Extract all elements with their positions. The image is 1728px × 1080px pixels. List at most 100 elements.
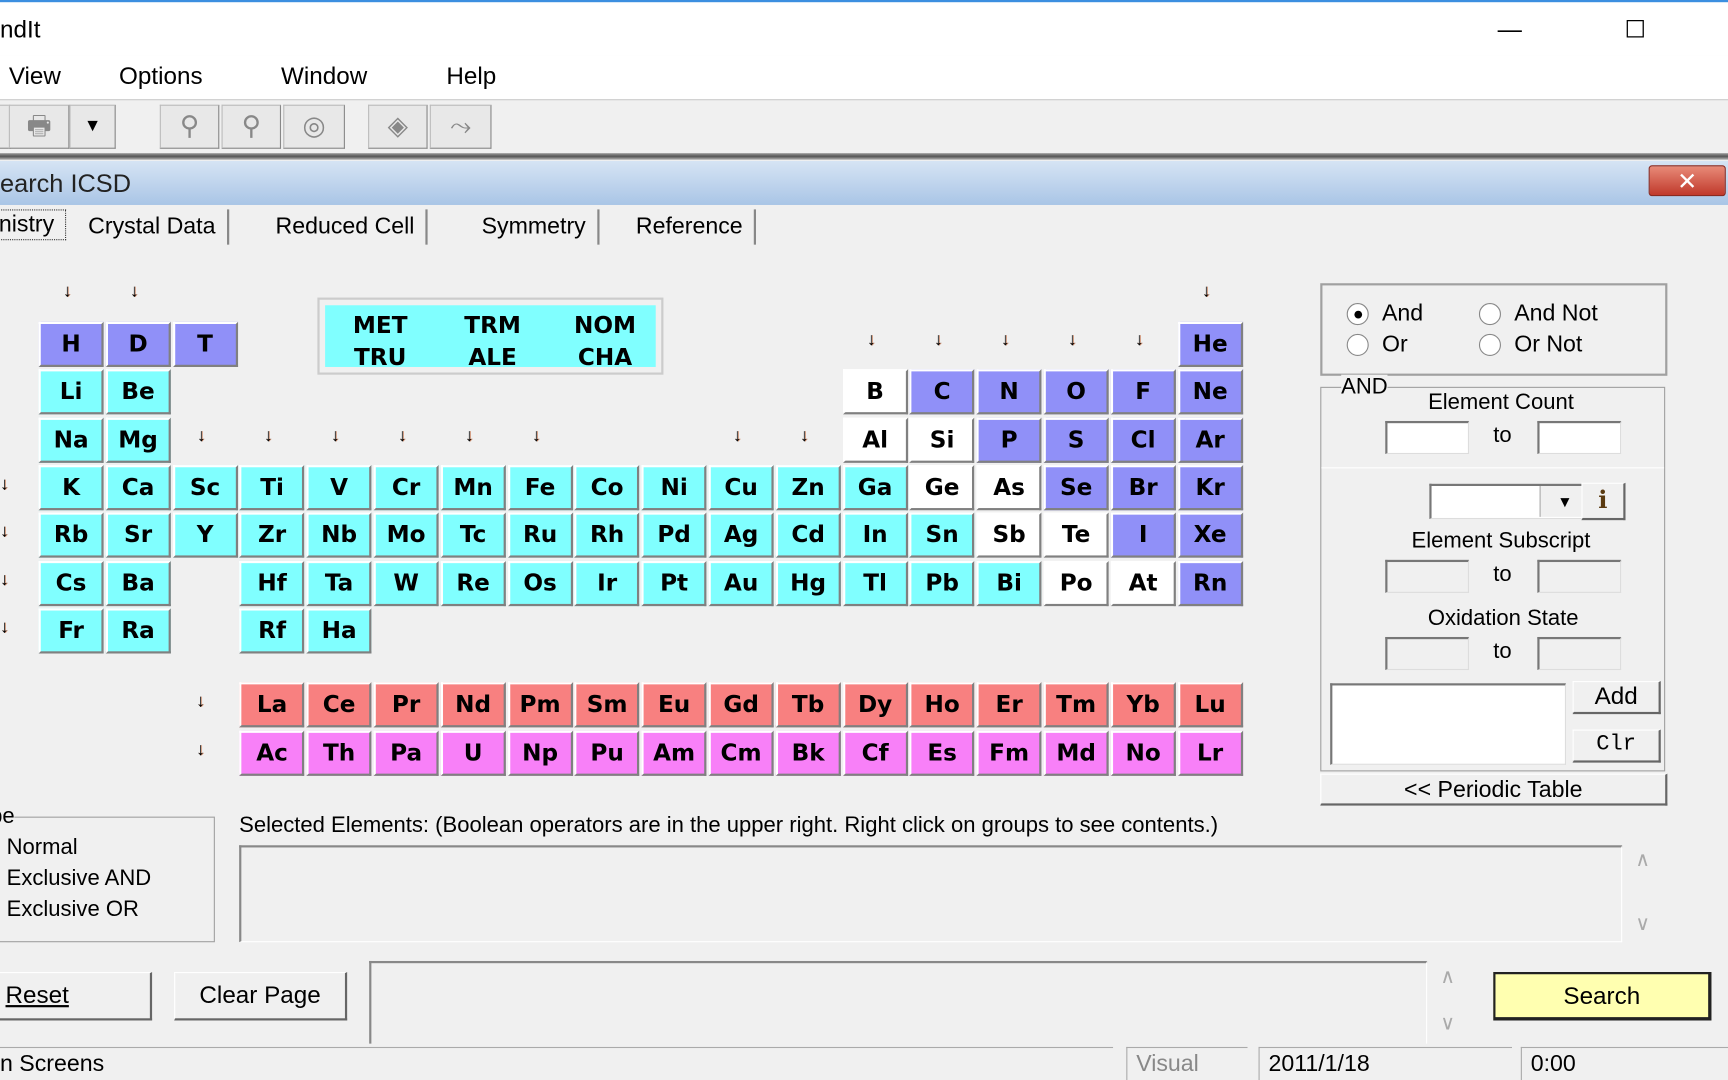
element-n[interactable]: N: [976, 369, 1042, 415]
element-pt[interactable]: Pt: [641, 560, 707, 606]
oxidation-min[interactable]: [1385, 636, 1470, 671]
element-am[interactable]: Am: [641, 730, 707, 776]
element-t[interactable]: T: [172, 321, 238, 367]
element-pm[interactable]: Pm: [507, 682, 573, 728]
scroll-up-icon[interactable]: ∧: [1440, 965, 1455, 988]
element-zn[interactable]: Zn: [775, 464, 841, 511]
group-cha[interactable]: CHA: [550, 344, 660, 370]
element-po[interactable]: Po: [1043, 560, 1109, 606]
expand-arrow-icon[interactable]: ↓: [867, 331, 876, 351]
printer-icon[interactable]: 🖶: [8, 104, 70, 149]
expand-arrow-icon[interactable]: ↓: [196, 692, 205, 712]
element-fe[interactable]: Fe: [507, 464, 573, 511]
element-es[interactable]: Es: [909, 730, 975, 776]
element-ge[interactable]: Ge: [909, 464, 975, 511]
clr-button[interactable]: Clr: [1572, 729, 1661, 763]
element-pb[interactable]: Pb: [909, 560, 975, 606]
element-h[interactable]: H: [38, 321, 104, 367]
subscript-min[interactable]: [1385, 559, 1470, 593]
element-gd[interactable]: Gd: [708, 682, 774, 728]
expand-arrow-icon[interactable]: ↓: [130, 282, 139, 302]
element-f[interactable]: F: [1110, 369, 1176, 415]
element-i[interactable]: I: [1110, 512, 1176, 558]
element-sr[interactable]: Sr: [105, 512, 171, 558]
pin-icon[interactable]: ⚲: [221, 104, 282, 149]
element-mg[interactable]: Mg: [105, 417, 171, 463]
element-ne[interactable]: Ne: [1177, 369, 1243, 415]
element-te[interactable]: Te: [1043, 512, 1109, 558]
group-trm[interactable]: TRM: [438, 312, 548, 338]
element-dy[interactable]: Dy: [842, 682, 908, 728]
expand-arrow-icon[interactable]: ↓: [800, 426, 809, 446]
selected-elements-box[interactable]: [239, 845, 1623, 943]
element-al[interactable]: Al: [842, 417, 908, 463]
radio-and-not[interactable]: And Not: [1478, 301, 1598, 327]
element-ce[interactable]: Ce: [306, 682, 372, 728]
element-count-min[interactable]: [1385, 420, 1470, 455]
group-nom[interactable]: NOM: [550, 312, 660, 338]
expand-arrow-icon[interactable]: ↓: [1202, 282, 1211, 302]
element-ta[interactable]: Ta: [306, 560, 372, 606]
element-tm[interactable]: Tm: [1043, 682, 1109, 728]
element-ca[interactable]: Ca: [105, 464, 171, 511]
element-si[interactable]: Si: [909, 417, 975, 463]
element-pu[interactable]: Pu: [574, 730, 640, 776]
scroll-up-icon[interactable]: ∧: [1635, 849, 1650, 872]
oxidation-max[interactable]: [1537, 636, 1622, 671]
element-re[interactable]: Re: [440, 560, 506, 606]
info-button[interactable]: i: [1581, 482, 1626, 521]
expand-arrow-icon[interactable]: ↓: [532, 426, 541, 446]
tab-reduced-cell[interactable]: Reduced Cell: [264, 209, 428, 245]
tab-reference[interactable]: Reference: [625, 209, 756, 245]
expand-arrow-icon[interactable]: ↓: [733, 426, 742, 446]
scroll-down-icon[interactable]: ∨: [1635, 912, 1650, 935]
element-cf[interactable]: Cf: [842, 730, 908, 776]
tab-symmetry[interactable]: Symmetry: [471, 209, 599, 245]
group-met[interactable]: MET: [325, 312, 435, 338]
element-no[interactable]: No: [1110, 730, 1176, 776]
element-in[interactable]: In: [842, 512, 908, 558]
diamond-icon[interactable]: ◈: [368, 104, 428, 149]
radio-or-not[interactable]: Or Not: [1478, 332, 1582, 358]
type-exclusive-or[interactable]: Exclusive OR: [7, 897, 139, 922]
element-dropdown[interactable]: ▼: [1429, 483, 1591, 520]
element-sb[interactable]: Sb: [976, 512, 1042, 558]
element-fr[interactable]: Fr: [38, 608, 104, 654]
scroll-down-icon[interactable]: ∨: [1440, 1012, 1455, 1035]
element-ar[interactable]: Ar: [1177, 417, 1243, 463]
element-hf[interactable]: Hf: [239, 560, 305, 606]
element-he[interactable]: He: [1177, 321, 1243, 367]
expand-arrow-icon[interactable]: ↓: [1001, 331, 1010, 351]
expand-arrow-icon[interactable]: ↓: [0, 523, 9, 543]
menu-help[interactable]: Help: [446, 62, 496, 91]
element-y[interactable]: Y: [172, 512, 238, 558]
maximize-icon[interactable]: ☐: [1613, 13, 1657, 46]
expand-arrow-icon[interactable]: ↓: [398, 426, 407, 446]
element-s[interactable]: S: [1043, 417, 1109, 463]
element-rh[interactable]: Rh: [574, 512, 640, 558]
criteria-list[interactable]: [1330, 683, 1566, 765]
type-exclusive-and[interactable]: Exclusive AND: [7, 866, 152, 891]
element-b[interactable]: B: [842, 369, 908, 415]
element-np[interactable]: Np: [507, 730, 573, 776]
element-k[interactable]: K: [38, 464, 104, 511]
expand-arrow-icon[interactable]: ↓: [0, 618, 9, 638]
tab-crystal-data[interactable]: Crystal Data: [77, 209, 229, 245]
element-au[interactable]: Au: [708, 560, 774, 606]
element-at[interactable]: At: [1110, 560, 1176, 606]
element-th[interactable]: Th: [306, 730, 372, 776]
expand-arrow-icon[interactable]: ↓: [197, 426, 206, 446]
group-tru[interactable]: TRU: [325, 344, 435, 370]
element-ni[interactable]: Ni: [641, 464, 707, 511]
element-p[interactable]: P: [976, 417, 1042, 463]
element-bk[interactable]: Bk: [775, 730, 841, 776]
element-na[interactable]: Na: [38, 417, 104, 463]
expand-arrow-icon[interactable]: ↓: [0, 570, 9, 590]
expand-arrow-icon[interactable]: ↓: [331, 426, 340, 446]
expand-arrow-icon[interactable]: ↓: [264, 426, 273, 446]
element-u[interactable]: U: [440, 730, 506, 776]
menu-view[interactable]: View: [9, 62, 61, 91]
expand-arrow-icon[interactable]: ↓: [934, 331, 943, 351]
element-o[interactable]: O: [1043, 369, 1109, 415]
element-v[interactable]: V: [306, 464, 372, 511]
